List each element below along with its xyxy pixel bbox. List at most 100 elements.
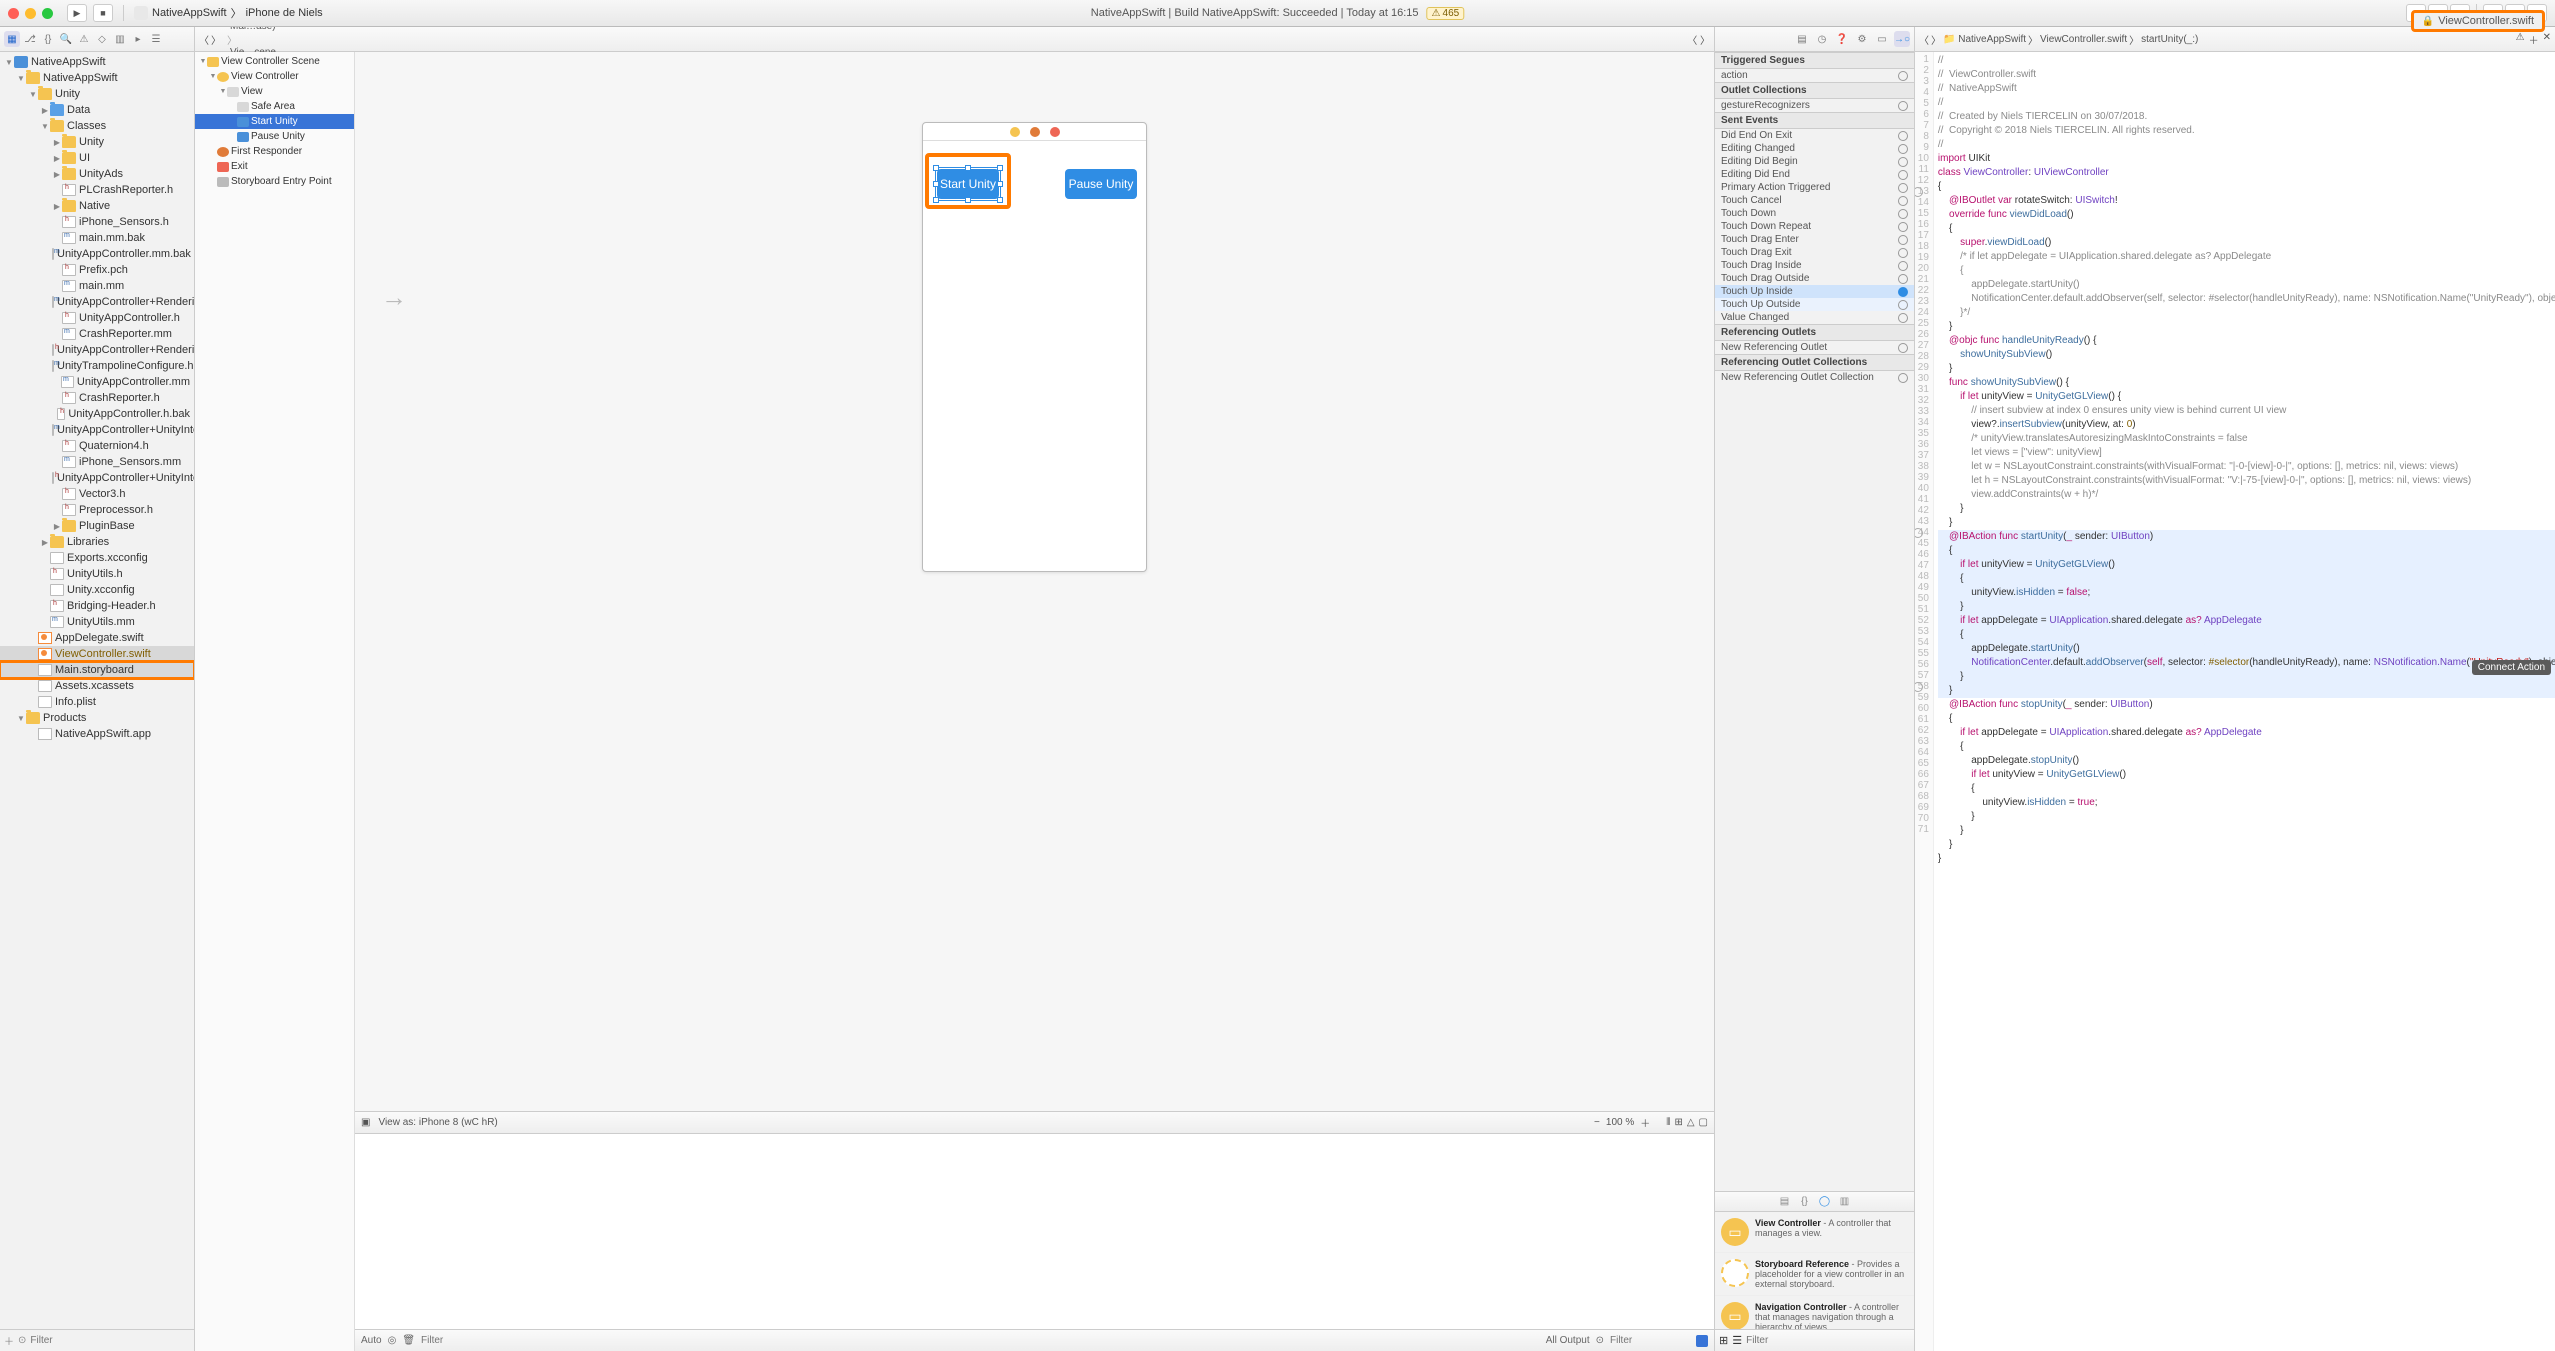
connection-item[interactable]: action <box>1715 69 1914 82</box>
connection-item[interactable]: Touch Drag Inside <box>1715 259 1914 272</box>
connections-inspector-tab[interactable]: →○ <box>1894 31 1910 47</box>
connection-well[interactable] <box>1898 287 1908 297</box>
connection-item[interactable]: Touch Down <box>1715 207 1914 220</box>
connection-well[interactable] <box>1898 313 1908 323</box>
connection-well[interactable] <box>1898 343 1908 353</box>
connection-item[interactable]: Primary Action Triggered <box>1715 181 1914 194</box>
connection-item[interactable]: Editing Did End <box>1715 168 1914 181</box>
zoom-window[interactable] <box>42 8 53 19</box>
filter-icon[interactable]: ⊙ <box>18 1335 26 1346</box>
nav-item[interactable]: iPhone_Sensors.mm <box>0 454 194 470</box>
connection-well[interactable] <box>1898 373 1908 383</box>
jump-bar[interactable]: 〈 〉 NativeAppSwift〉Nati…wift〉Mai…oard〉Ma… <box>195 27 1714 52</box>
warnings-badge[interactable]: ⚠ 465 <box>1427 7 1465 20</box>
nav-item[interactable]: main.mm.bak <box>0 230 194 246</box>
nav-item[interactable]: UnityUtils.mm <box>0 614 194 630</box>
outline-item[interactable]: Exit <box>195 159 354 174</box>
debug-filter-icon[interactable]: ⊙ <box>1596 1335 1604 1346</box>
nav-item[interactable]: ▶Data <box>0 102 194 118</box>
file-inspector-tab[interactable]: ▤ <box>1794 31 1810 47</box>
connection-well[interactable] <box>1898 101 1908 111</box>
connection-well[interactable] <box>1898 300 1908 310</box>
connection-item[interactable]: New Referencing Outlet <box>1715 341 1914 354</box>
first-responder-icon[interactable] <box>1030 127 1040 137</box>
connection-well[interactable] <box>1898 222 1908 232</box>
nav-item[interactable]: AppDelegate.swift <box>0 630 194 646</box>
connection-well[interactable] <box>1898 235 1908 245</box>
debug-scope-icon[interactable]: ◎ <box>388 1335 397 1346</box>
nav-item[interactable]: Assets.xcassets <box>0 678 194 694</box>
connection-item[interactable]: Touch Drag Exit <box>1715 246 1914 259</box>
connection-well[interactable] <box>1898 131 1908 141</box>
library-list-icon[interactable]: ☰ <box>1732 1334 1742 1347</box>
breakpoint-navigator-tab[interactable]: ▸ <box>130 31 146 47</box>
nav-item[interactable]: ▼NativeAppSwift <box>0 70 194 86</box>
nav-item[interactable]: CrashReporter.mm <box>0 326 194 342</box>
close-window[interactable] <box>8 8 19 19</box>
assist-issue-icon[interactable]: ⚠ <box>2516 32 2525 47</box>
assist-forward[interactable]: 〉 <box>1931 32 1941 47</box>
connection-item[interactable]: Touch Up Outside <box>1715 298 1914 311</box>
nav-item[interactable]: Info.plist <box>0 694 194 710</box>
outline-item[interactable]: First Responder <box>195 144 354 159</box>
debug-filter-left[interactable] <box>421 1335 501 1346</box>
connection-well[interactable] <box>1898 209 1908 219</box>
jump-outline-toggle[interactable]: 〈 〉 <box>1687 32 1710 47</box>
outline-item[interactable]: Safe Area <box>195 99 354 114</box>
connection-item[interactable]: Touch Drag Outside <box>1715 272 1914 285</box>
scene-dock[interactable] <box>923 123 1146 141</box>
connection-well[interactable] <box>1898 274 1908 284</box>
nav-item[interactable]: UnityAppController+Rendering.mm <box>0 294 194 310</box>
connection-item[interactable]: Editing Changed <box>1715 142 1914 155</box>
identity-inspector-tab[interactable]: ❓ <box>1834 31 1850 47</box>
outline-item[interactable]: ▼View Controller Scene <box>195 54 354 69</box>
connection-well[interactable] <box>1898 183 1908 193</box>
document-outline[interactable]: ▼View Controller Scene▼View Controller▼V… <box>195 52 355 1351</box>
stop-button[interactable]: ■ <box>93 4 113 22</box>
nav-item[interactable]: ▼Products <box>0 710 194 726</box>
debug-filter-right[interactable] <box>1610 1335 1690 1346</box>
view-as-label[interactable]: View as: iPhone 8 (wC hR) <box>378 1117 497 1128</box>
issue-navigator-tab[interactable]: ⚠ <box>76 31 92 47</box>
nav-item[interactable]: ▼NativeAppSwift <box>0 54 194 70</box>
connection-item[interactable]: Touch Down Repeat <box>1715 220 1914 233</box>
assist-jb-1[interactable]: ViewController.swift <box>2040 34 2127 45</box>
nav-item[interactable]: ▶PluginBase <box>0 518 194 534</box>
symbol-navigator-tab[interactable]: {} <box>40 31 56 47</box>
nav-item[interactable]: UnityAppController.mm <box>0 374 194 390</box>
connection-item[interactable]: Value Changed <box>1715 311 1914 324</box>
nav-item[interactable]: Exports.xcconfig <box>0 550 194 566</box>
connection-item[interactable]: gestureRecognizers <box>1715 99 1914 112</box>
nav-item[interactable]: Main.storyboard <box>0 662 194 678</box>
debug-console[interactable] <box>355 1134 1714 1329</box>
debug-auto[interactable]: Auto <box>361 1335 382 1346</box>
library-item[interactable]: Storyboard Reference - Provides a placeh… <box>1715 1253 1914 1296</box>
nav-item[interactable]: UnityAppController.h <box>0 310 194 326</box>
outline-item[interactable]: ▼View Controller <box>195 69 354 84</box>
debug-output-mode[interactable]: All Output <box>1546 1335 1590 1346</box>
assist-back[interactable]: 〈 <box>1919 32 1929 47</box>
pin-icon[interactable]: ⊞ <box>1674 1117 1682 1128</box>
pause-unity-button[interactable]: Pause Unity <box>1065 169 1137 199</box>
nav-item[interactable]: Prefix.pch <box>0 262 194 278</box>
assist-jb-2[interactable]: startUnity(_:) <box>2141 34 2198 45</box>
project-navigator-tab[interactable]: ▦ <box>4 31 20 47</box>
find-navigator-tab[interactable]: 🔍 <box>58 31 74 47</box>
test-navigator-tab[interactable]: ◇ <box>94 31 110 47</box>
project-tree[interactable]: ▼NativeAppSwift▼NativeAppSwift▼Unity▶Dat… <box>0 52 194 1329</box>
report-navigator-tab[interactable]: ☰ <box>148 31 164 47</box>
nav-item[interactable]: UnityAppController+UnityInterface.mm <box>0 422 194 438</box>
scene-view-controller[interactable]: Start Unity Pause Unity <box>922 122 1147 572</box>
device-config-icon[interactable]: ▣ <box>361 1117 370 1128</box>
run-button[interactable]: ▶ <box>67 4 87 22</box>
nav-item[interactable]: UnityAppController+UnityInterface.h <box>0 470 194 486</box>
navigator-filter[interactable] <box>30 1335 190 1346</box>
resolve-icon[interactable]: △ <box>1687 1117 1695 1128</box>
nav-item[interactable]: ▶Unity <box>0 134 194 150</box>
connection-well[interactable] <box>1898 71 1908 81</box>
minimize-window[interactable] <box>25 8 36 19</box>
library-grid-icon[interactable]: ⊞ <box>1719 1334 1728 1347</box>
history-inspector-tab[interactable]: ◷ <box>1814 31 1830 47</box>
nav-item[interactable]: NativeAppSwift.app <box>0 726 194 742</box>
outline-item[interactable]: ▼View <box>195 84 354 99</box>
